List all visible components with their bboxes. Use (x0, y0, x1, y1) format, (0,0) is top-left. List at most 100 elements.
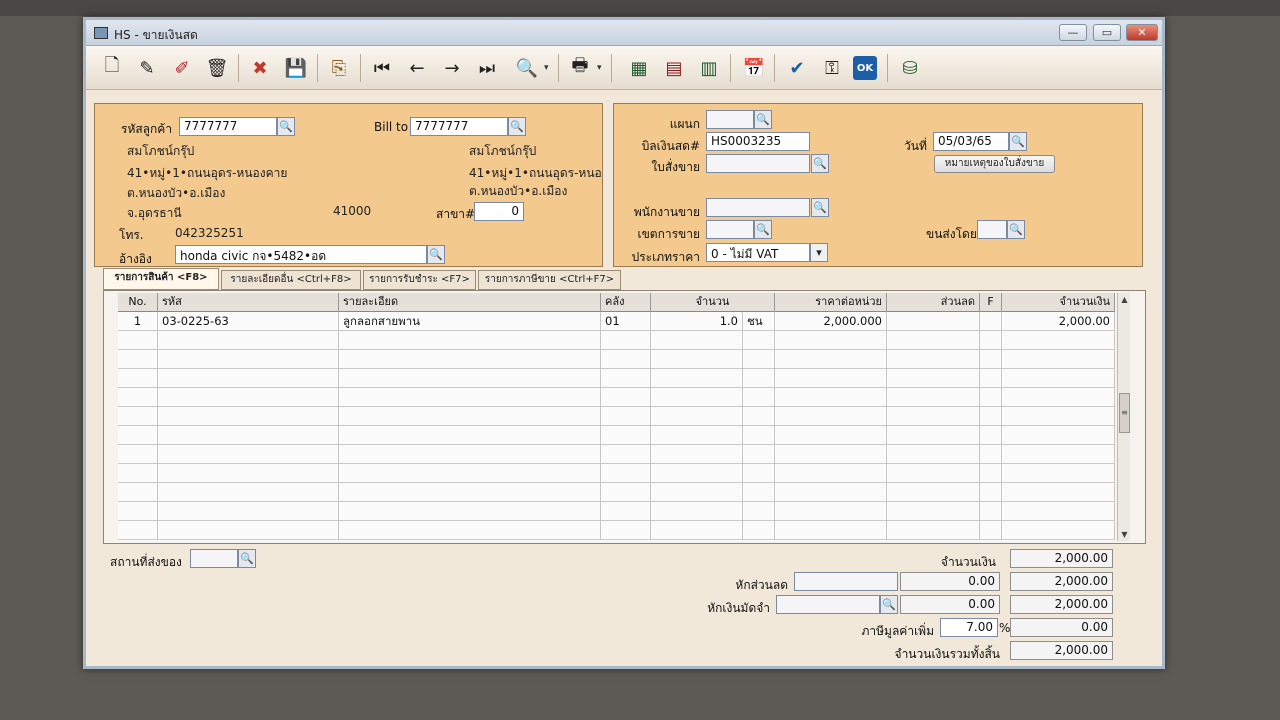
cell-unit-price[interactable] (775, 369, 887, 388)
unlock-icon[interactable]: ⚿ (818, 54, 846, 82)
cell-flag[interactable] (980, 407, 1002, 426)
cell-quantity[interactable] (651, 350, 743, 369)
copy-icon[interactable]: ⎘ (325, 54, 353, 82)
department-field[interactable] (706, 110, 754, 129)
save-icon[interactable]: 💾 (282, 54, 310, 82)
cell-flag[interactable] (980, 464, 1002, 483)
branch-field[interactable]: 0 (474, 202, 524, 221)
cell-flag[interactable] (980, 445, 1002, 464)
cell-flag[interactable] (980, 388, 1002, 407)
trash-icon[interactable]: 🗑 (203, 54, 231, 82)
cell-flag[interactable] (980, 350, 1002, 369)
cell-discount[interactable] (887, 407, 980, 426)
table-row[interactable] (118, 521, 1115, 540)
edit-icon[interactable]: ✎ (133, 54, 161, 82)
department-lookup-icon[interactable]: 🔍 (754, 110, 772, 129)
cell-no[interactable] (118, 407, 158, 426)
cell-flag[interactable] (980, 483, 1002, 502)
cell-no[interactable] (118, 426, 158, 445)
print-icon[interactable]: 🖶 (566, 54, 594, 82)
cell-quantity[interactable] (651, 388, 743, 407)
cell-code[interactable] (158, 464, 339, 483)
cell-no[interactable] (118, 369, 158, 388)
cell-warehouse[interactable] (601, 407, 651, 426)
cell-unit[interactable] (743, 369, 775, 388)
cell-description[interactable] (339, 502, 601, 521)
cell-warehouse[interactable] (601, 445, 651, 464)
cell-unit[interactable] (743, 502, 775, 521)
cell-code[interactable]: 03-0225-63 (158, 312, 339, 331)
tab-sales-tax[interactable]: รายการภาษีขาย <Ctrl+F7> (478, 270, 621, 290)
cell-description[interactable]: ลูกลอกสายพาน (339, 312, 601, 331)
chevron-down-icon[interactable]: ▾ (810, 243, 828, 262)
cell-description[interactable] (339, 426, 601, 445)
print-dropdown-icon[interactable]: ▾ (597, 54, 607, 82)
cell-description[interactable] (339, 369, 601, 388)
cell-description[interactable] (339, 464, 601, 483)
cell-amount[interactable] (1002, 521, 1115, 540)
cell-amount[interactable] (1002, 407, 1115, 426)
table-row[interactable] (118, 388, 1115, 407)
cell-discount[interactable] (887, 331, 980, 350)
cell-quantity[interactable] (651, 502, 743, 521)
sales-order-field[interactable] (706, 154, 810, 173)
cell-description[interactable] (339, 388, 601, 407)
cell-flag[interactable] (980, 426, 1002, 445)
salesman-field[interactable] (706, 198, 810, 217)
cell-amount[interactable] (1002, 388, 1115, 407)
minimize-button[interactable]: — (1059, 24, 1087, 41)
cell-discount[interactable] (887, 502, 980, 521)
search-dropdown-icon[interactable]: ▾ (544, 54, 554, 82)
price-type-select[interactable]: 0 - ไม่มี VAT (706, 243, 810, 262)
cell-no[interactable] (118, 464, 158, 483)
shipped-by-field[interactable] (977, 220, 1007, 239)
cell-unit-price[interactable] (775, 350, 887, 369)
deposit-lookup-icon[interactable]: 🔍 (880, 595, 898, 614)
cell-description[interactable] (339, 407, 601, 426)
col-no[interactable]: No. (118, 293, 158, 312)
cell-discount[interactable] (887, 426, 980, 445)
cell-warehouse[interactable] (601, 483, 651, 502)
cell-warehouse[interactable] (601, 388, 651, 407)
cell-discount[interactable] (887, 464, 980, 483)
close-button[interactable]: ✕ (1126, 24, 1158, 41)
cell-code[interactable] (158, 331, 339, 350)
cell-discount[interactable] (887, 521, 980, 540)
cell-unit[interactable] (743, 388, 775, 407)
last-record-icon[interactable]: ⏭ (473, 54, 501, 82)
table-row[interactable] (118, 407, 1115, 426)
vat-rate-field[interactable]: 7.00 (940, 618, 998, 637)
ship-place-lookup-icon[interactable]: 🔍 (238, 549, 256, 568)
cell-code[interactable] (158, 350, 339, 369)
table-row[interactable] (118, 445, 1115, 464)
cell-warehouse[interactable] (601, 464, 651, 483)
calendar-icon[interactable]: 📅 (740, 54, 768, 82)
table-row[interactable] (118, 350, 1115, 369)
cell-amount[interactable] (1002, 369, 1115, 388)
cell-no[interactable] (118, 445, 158, 464)
col-amount[interactable]: จำนวนเงิน (1002, 293, 1115, 312)
cell-unit[interactable] (743, 445, 775, 464)
col-quantity[interactable]: จำนวน (651, 293, 775, 312)
cashbill-field[interactable]: HS0003235 (706, 132, 810, 151)
sales-area-field[interactable] (706, 220, 754, 239)
cell-unit[interactable] (743, 426, 775, 445)
discount-input[interactable] (794, 572, 898, 591)
cell-unit-price[interactable] (775, 464, 887, 483)
database-icon[interactable]: ⛁ (896, 54, 924, 82)
table-row[interactable] (118, 483, 1115, 502)
cell-no[interactable] (118, 521, 158, 540)
maximize-button[interactable]: ▭ (1093, 24, 1121, 41)
reference-lookup-icon[interactable]: 🔍 (427, 245, 445, 264)
cell-warehouse[interactable] (601, 350, 651, 369)
first-record-icon[interactable]: ⏮ (368, 54, 396, 82)
cell-unit[interactable] (743, 407, 775, 426)
cell-description[interactable] (339, 521, 601, 540)
col-discount[interactable]: ส่วนลด (887, 293, 980, 312)
so-note-button[interactable]: หมายเหตุของใบสั่งขาย (934, 155, 1055, 173)
new-doc-icon[interactable]: 🗋 (98, 54, 126, 82)
customer-code-field[interactable]: 7777777 (179, 117, 277, 136)
cell-quantity[interactable] (651, 426, 743, 445)
cell-description[interactable] (339, 445, 601, 464)
cell-warehouse[interactable] (601, 521, 651, 540)
